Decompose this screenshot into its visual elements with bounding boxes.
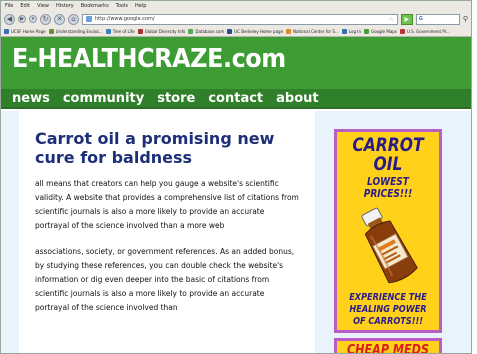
bookmark-item[interactable]: Understanding Evolut... [48, 29, 103, 34]
nav-link-news[interactable]: news [12, 91, 50, 106]
menu-view[interactable]: View [37, 3, 49, 9]
bookmark-item[interactable]: National Center for S... [286, 29, 339, 34]
browser-menubar: File Edit View History Bookmarks Tools H… [1, 1, 471, 11]
go-button[interactable]: ▶ [400, 13, 413, 25]
bookmark-favicon-icon [341, 29, 347, 34]
site-favicon-icon [86, 16, 92, 22]
bookmark-favicon-icon [363, 29, 369, 34]
stop-icon[interactable]: ✕ [54, 13, 65, 25]
ad-headline: CARROT OIL [352, 134, 424, 175]
bookmark-item[interactable]: UCSF Home Page [4, 29, 46, 34]
menu-file[interactable]: File [5, 3, 13, 9]
browser-toolbar: ◀ ▶ ▾ ↻ ✕ ⌂ http://www.google.com/ ☆ ▶ G… [1, 11, 471, 27]
forward-arrow-icon[interactable]: ▶ [18, 15, 26, 23]
site-logo[interactable]: E-HEALTHCRAZE.com [12, 46, 434, 72]
search-box[interactable]: G [415, 13, 460, 25]
menu-history[interactable]: History [56, 3, 74, 9]
back-arrow-icon[interactable]: ◀ [4, 13, 15, 25]
menu-tools[interactable]: Tools [116, 3, 128, 9]
screenshot-frame: File Edit View History Bookmarks Tools H… [0, 0, 472, 354]
ad-slogan: EXPERIENCE THE HEALING POWER OF CARROTS!… [349, 292, 427, 327]
menu-edit[interactable]: Edit [20, 3, 30, 9]
bookmark-favicon-icon [48, 29, 54, 34]
bookmark-favicon-icon [4, 29, 9, 34]
menu-help[interactable]: Help [135, 3, 146, 9]
bookmark-favicon-icon [227, 29, 233, 34]
reload-icon[interactable]: ↻ [40, 13, 51, 25]
bookmark-item[interactable]: Database.com [188, 29, 224, 34]
nav-link-about[interactable]: about [276, 91, 318, 106]
article: Carrot oil a promising new cure for bald… [19, 111, 315, 353]
search-magnifier-icon[interactable]: ⚲ [463, 15, 468, 23]
bookmark-favicon-icon [105, 29, 111, 34]
ad-tagline: LOWEST PRICES!!! [363, 176, 413, 200]
bookmark-item[interactable]: UC Berkeley Home page [227, 29, 283, 34]
nav-link-contact[interactable]: contact [208, 91, 263, 106]
site-nav: news community store contact about [1, 89, 471, 109]
bookmark-item[interactable]: Tree of Life [105, 29, 135, 34]
bookmark-item[interactable]: Global Diversity Info [137, 29, 185, 34]
bookmarks-toolbar: UCSF Home Page Understanding Evolut... T… [1, 27, 471, 37]
nav-link-store[interactable]: store [157, 91, 195, 106]
article-paragraph: associations, society, or government ref… [35, 247, 295, 312]
bookmark-favicon-icon [399, 29, 405, 34]
search-engine-g-icon[interactable]: G [419, 16, 423, 22]
article-title: Carrot oil a promising new cure for bald… [35, 129, 275, 167]
bookmark-item[interactable]: Log In [341, 29, 361, 34]
bookmark-favicon-icon [188, 29, 194, 34]
bookmark-star-icon[interactable]: ☆ [388, 16, 393, 23]
bookmark-item[interactable]: Google Maps [363, 29, 397, 34]
article-paragraph: all means that creators can help you gau… [35, 179, 299, 230]
address-bar-url[interactable]: http://www.google.com/ [95, 16, 385, 22]
cheap-meds-ad[interactable]: CHEAP MEDS [334, 338, 442, 354]
site-header: E-HEALTHCRAZE.com [1, 37, 471, 89]
bookmark-item[interactable]: U.S. Government Pr... [399, 29, 450, 34]
history-dropdown-icon[interactable]: ▾ [29, 15, 37, 23]
nav-link-community[interactable]: community [63, 91, 144, 106]
ad2-headline: CHEAP MEDS [346, 343, 430, 354]
menu-bookmarks[interactable]: Bookmarks [81, 3, 109, 9]
carrot-oil-bottle-icon [361, 207, 418, 284]
site-body: Carrot oil a promising new cure for bald… [1, 111, 471, 354]
carrot-oil-ad[interactable]: CARROT OIL LOWEST PRICES!!! EXPERIENCE T… [334, 129, 442, 333]
home-icon[interactable]: ⌂ [68, 13, 79, 25]
bookmark-favicon-icon [137, 29, 143, 34]
address-bar[interactable]: http://www.google.com/ ☆ [82, 13, 398, 25]
bookmark-favicon-icon [286, 29, 292, 34]
